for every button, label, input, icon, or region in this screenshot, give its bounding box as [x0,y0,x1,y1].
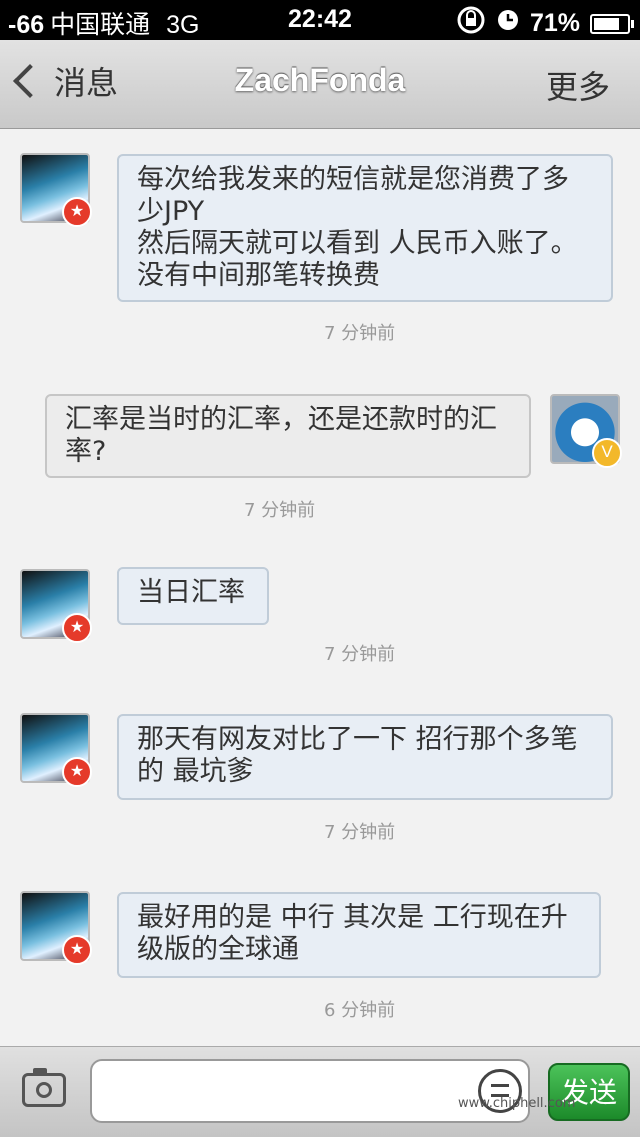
contact-avatar[interactable]: ★ [20,569,92,643]
contact-avatar[interactable]: ★ [20,891,92,965]
more-button[interactable]: 更多 [546,62,610,108]
composer-bar: 发送 [0,1046,640,1137]
star-badge-icon: ★ [62,757,92,787]
message-line: 每次给我发来的短信就是您消费了多 [137,164,569,195]
message-line: 的 最坑爹 [137,756,254,787]
rotation-lock-icon [456,5,486,42]
message-line: 没有中间那笔转换费 [137,260,380,291]
my-avatar[interactable]: V [550,394,622,468]
message-line: 少JPY [137,196,205,227]
star-badge-icon: ★ [62,935,92,965]
contact-avatar[interactable]: ★ [20,153,92,227]
message-line: 然后隔天就可以看到 人民币入账了。 [137,228,578,259]
v-badge-icon: V [592,438,622,468]
star-badge-icon: ★ [62,197,92,227]
status-bar: -66 中国联通 3G 22:42 71% [0,0,640,40]
star-badge-icon: ★ [62,613,92,643]
camera-icon[interactable] [22,1068,66,1107]
message-timestamp: 7 分钟前 [324,644,396,665]
battery-icon [590,13,634,34]
message-bubble[interactable]: 每次给我发来的短信就是您消费了多 少JPY 然后隔天就可以看到 人民币入账了。 … [117,154,613,302]
status-right: 71% [456,5,634,42]
battery-percent: 71% [529,9,580,37]
message-line: 汇率是当时的汇率，还是还款时的汇 [65,404,497,435]
watermark: www.chiphell.com [458,1096,576,1111]
message-bubble[interactable]: 汇率是当时的汇率，还是还款时的汇 率? [45,394,531,478]
conversation-title: ZachFonda [234,62,406,98]
alarm-clock-icon [496,8,520,39]
send-button[interactable]: 发送 [548,1063,630,1121]
message-bubble[interactable]: 最好用的是 中行 其次是 工行现在升 级版的全球通 [117,892,601,978]
message-line: 最好用的是 中行 其次是 工行现在升 [137,902,568,933]
message-line: 率? [65,436,107,467]
contact-avatar[interactable]: ★ [20,713,92,787]
navigation-bar: 消息 ZachFonda 更多 [0,40,640,129]
message-timestamp: 7 分钟前 [324,822,396,843]
message-line: 级版的全球通 [137,934,299,965]
message-timestamp: 6 分钟前 [324,1000,396,1021]
message-bubble[interactable]: 当日汇率 [117,567,269,625]
message-timestamp: 7 分钟前 [244,500,316,521]
message-bubble[interactable]: 那天有网友对比了一下 招行那个多笔 的 最坑爹 [117,714,613,800]
message-input[interactable] [90,1059,530,1123]
message-line: 当日汇率 [137,577,245,608]
message-timestamp: 7 分钟前 [324,323,396,344]
message-line: 那天有网友对比了一下 招行那个多笔 [137,724,578,755]
